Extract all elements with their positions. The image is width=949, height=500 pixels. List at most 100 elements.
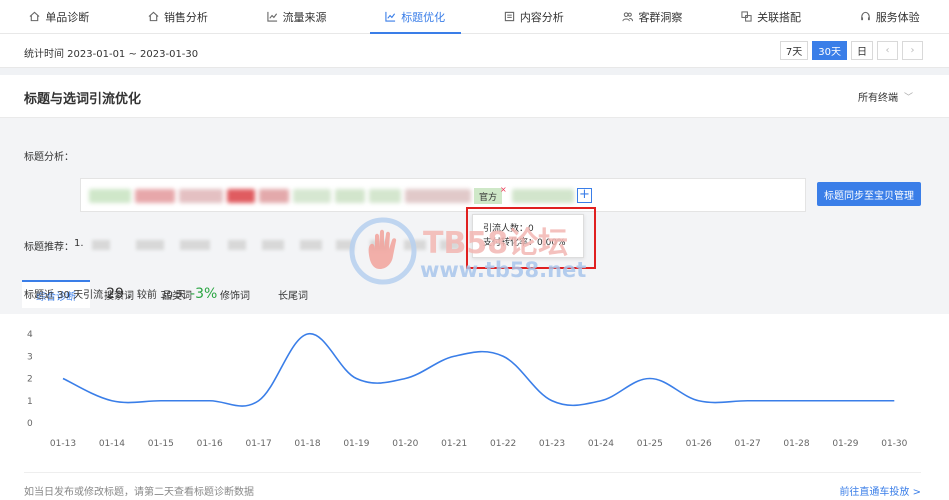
- title-analysis-box: 官方 × +: [80, 178, 806, 212]
- tab-nav-0[interactable]: 单品诊断: [0, 0, 119, 33]
- tab-nav-7[interactable]: 服务体验: [830, 0, 949, 33]
- line-chart-icon: [266, 11, 278, 22]
- sync-title-button[interactable]: 标题同步至宝贝管理: [817, 182, 921, 206]
- summary-change: -3%: [190, 286, 218, 302]
- nav-label: 流量来源: [282, 10, 327, 24]
- divider: [24, 472, 921, 473]
- data-point[interactable]: [254, 396, 264, 406]
- title-word-blurred[interactable]: [179, 189, 223, 203]
- recommend-word-blurred: [228, 240, 246, 250]
- summary-compare: ，较前 30 天: [126, 290, 187, 301]
- section-title: 标题与选词引流优化: [24, 92, 142, 107]
- data-point[interactable]: [792, 396, 802, 406]
- nav-label: 单品诊断: [45, 10, 90, 24]
- next-period-button[interactable]: ›: [902, 41, 923, 60]
- summary-prefix: 标题近 30 天引流: [24, 290, 104, 301]
- title-optimization-card: 标题与选词引流优化 所有终端 ﹀ 标题分析： 官方 × + 标题同步至宝贝管理 …: [0, 75, 949, 500]
- data-point[interactable]: [351, 374, 361, 384]
- x-tick-label: 01-28: [783, 439, 809, 449]
- remove-tag-icon[interactable]: ×: [500, 186, 507, 194]
- recommend-word-blurred: [440, 240, 460, 250]
- tab-nav-2[interactable]: 流量来源: [237, 0, 356, 33]
- data-point[interactable]: [156, 396, 166, 406]
- data-point[interactable]: [400, 374, 410, 384]
- x-tick-label: 01-15: [148, 439, 174, 449]
- title-recommend-index: 1.: [74, 238, 84, 249]
- tab-nav-4[interactable]: 内容分析: [475, 0, 594, 33]
- tab-nav-5[interactable]: 客群洞察: [593, 0, 712, 33]
- footer-note: 如当日发布或修改标题，请第二天查看标题诊断数据: [24, 487, 254, 498]
- x-tick-label: 01-26: [686, 439, 712, 449]
- y-tick-label: 3: [27, 352, 33, 362]
- terminal-select[interactable]: 所有终端 ﹀: [858, 89, 913, 104]
- data-point[interactable]: [303, 329, 313, 339]
- data-point[interactable]: [840, 396, 850, 406]
- terminal-select-label: 所有终端: [857, 93, 898, 104]
- x-tick-label: 01-23: [539, 439, 565, 449]
- traffic-series-line: [62, 333, 895, 407]
- data-point[interactable]: [547, 396, 557, 406]
- x-tick-label: 01-29: [832, 439, 858, 449]
- data-point[interactable]: [743, 396, 753, 406]
- data-point[interactable]: [205, 396, 215, 406]
- title-word-blurred[interactable]: [512, 189, 574, 203]
- x-tick-label: 01-13: [50, 439, 76, 449]
- nav-label: 关联搭配: [757, 10, 802, 24]
- data-point[interactable]: [498, 351, 508, 361]
- recommend-word-blurred: [136, 240, 164, 250]
- link-icon: [741, 11, 752, 22]
- tab-nav-3[interactable]: 标题优化: [356, 0, 475, 34]
- house-icon: [148, 11, 159, 22]
- traffic-line-chart: 0 1 2 3 4 01-13 01-14 01-15 01-16 01-17 01-18 01-19…: [27, 329, 908, 449]
- express-car-link[interactable]: 前往直通车投放 >: [839, 483, 921, 498]
- x-tick-label: 01-24: [588, 439, 614, 449]
- data-point[interactable]: [694, 396, 704, 406]
- line-chart-icon: [385, 11, 396, 22]
- title-word-blurred[interactable]: [369, 189, 401, 203]
- title-word-blurred[interactable]: [227, 189, 255, 203]
- nav-label: 内容分析: [519, 10, 564, 24]
- period-day-button[interactable]: 日: [851, 41, 873, 60]
- nav-label: 客群洞察: [638, 10, 683, 24]
- title-recommend-label: 标题推荐：: [24, 242, 74, 253]
- data-point[interactable]: [107, 396, 117, 406]
- prev-period-button[interactable]: ‹: [877, 41, 898, 60]
- traffic-summary: 标题近 30 天引流 29 ，较前 30 天 -3%: [24, 286, 217, 302]
- title-word-blurred[interactable]: [89, 189, 131, 203]
- highlight-box: [466, 207, 596, 269]
- nav-label: 标题优化: [401, 10, 446, 24]
- recommend-word-blurred: [404, 240, 426, 250]
- tab-nav-6[interactable]: 关联搭配: [712, 0, 831, 33]
- title-word-blurred[interactable]: [259, 189, 289, 203]
- tab-nav-1[interactable]: 销售分析: [119, 0, 238, 33]
- title-word-blurred[interactable]: [405, 189, 471, 203]
- tab-long-tail-words[interactable]: 长尾词: [264, 280, 322, 308]
- add-word-button[interactable]: +: [577, 188, 592, 203]
- title-word-blurred[interactable]: [135, 189, 175, 203]
- nav-label: 服务体验: [875, 10, 920, 24]
- period-7d-button[interactable]: 7天: [779, 41, 809, 60]
- y-tick-label: 2: [27, 375, 33, 385]
- data-point[interactable]: [596, 396, 606, 406]
- period-selector: 7天 30天 日 ‹ ›: [779, 41, 923, 60]
- x-tick-label: 01-20: [392, 439, 418, 449]
- data-point[interactable]: [645, 374, 655, 384]
- x-tick-label: 01-30: [881, 439, 907, 449]
- official-tag[interactable]: 官方: [474, 188, 503, 204]
- x-tick-label: 01-17: [246, 439, 272, 449]
- recommend-word-blurred: [92, 240, 110, 250]
- date-range: 统计时间 2023-01-01 ~ 2023-01-30: [24, 49, 199, 60]
- house-icon: [29, 11, 40, 22]
- data-point[interactable]: [58, 374, 68, 384]
- nav-label: 销售分析: [163, 10, 208, 24]
- x-tick-label: 01-16: [197, 439, 223, 449]
- title-word-blurred[interactable]: [293, 189, 331, 203]
- x-tick-label: 01-21: [441, 439, 467, 449]
- y-tick-label: 4: [27, 330, 33, 340]
- users-icon: [622, 11, 634, 22]
- period-30d-button[interactable]: 30天: [812, 41, 847, 60]
- recommend-word-blurred: [262, 240, 284, 250]
- data-point[interactable]: [449, 351, 459, 361]
- data-point[interactable]: [889, 396, 899, 406]
- title-word-blurred[interactable]: [335, 189, 365, 203]
